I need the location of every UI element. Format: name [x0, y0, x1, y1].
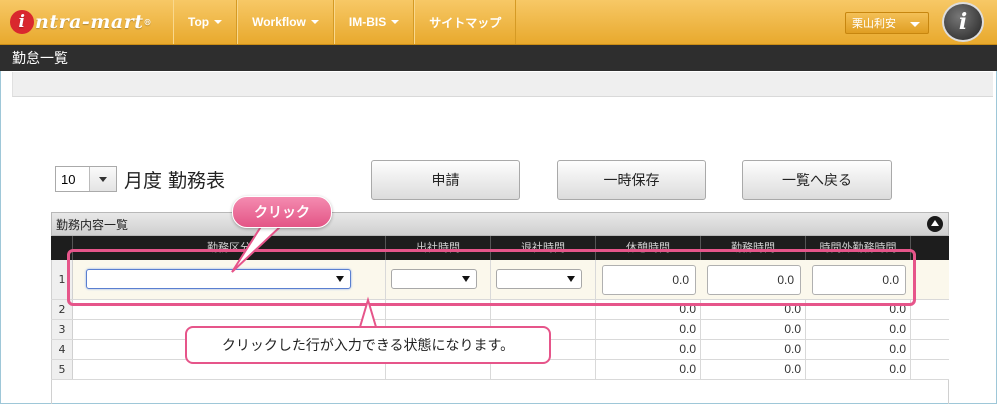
row-number: 4 [51, 340, 73, 359]
active-row-highlight [67, 249, 916, 306]
nav-im-bis-label: IM-BIS [348, 15, 387, 29]
info-icon[interactable]: i [942, 2, 984, 42]
info-symbol: i [958, 9, 968, 35]
month-select[interactable]: 10 [55, 166, 117, 192]
chevron-down-icon[interactable] [89, 167, 116, 191]
callout-text: クリックした行が入力できる状態になります。 [221, 338, 515, 354]
temp-save-button[interactable]: 一時保存 [557, 160, 706, 200]
overtime-cell[interactable]: 0.0 [806, 320, 911, 339]
click-annotation: クリック [232, 196, 332, 228]
month-label: 月度 勤務表 [124, 170, 226, 192]
work-list-panel-header: 勤務内容一覧 [51, 212, 949, 236]
main-nav: Top Workflow IM-BIS サイトマップ [173, 0, 517, 44]
apply-button[interactable]: 申請 [371, 160, 520, 200]
click-annotation-label: クリック [254, 205, 310, 221]
break-time-cell[interactable]: 0.0 [596, 320, 701, 339]
nav-top[interactable]: Top [173, 0, 238, 44]
nav-workflow-label: Workflow [252, 15, 306, 29]
back-to-list-button[interactable]: 一覧へ戻る [742, 160, 892, 200]
logo-registered-mark: ® [143, 17, 152, 27]
nav-top-label: Top [188, 15, 210, 29]
user-name: 栗山利安 [852, 18, 896, 30]
user-menu-select[interactable]: 栗山利安 [845, 12, 929, 34]
collapse-icon[interactable] [927, 216, 943, 232]
break-time-cell[interactable]: 0.0 [596, 340, 701, 359]
temp-save-button-label: 一時保存 [603, 173, 660, 189]
nav-sitemap-label: サイトマップ [429, 15, 502, 30]
logo-text: ntra-mart [35, 11, 144, 33]
work-time-cell[interactable]: 0.0 [701, 320, 806, 339]
toolbar-band [12, 72, 993, 97]
break-time-cell[interactable]: 0.0 [596, 360, 701, 379]
back-to-list-button-label: 一覧へ戻る [782, 173, 852, 189]
page-title: 勤怠一覧 [12, 51, 68, 67]
row-number: 3 [51, 320, 73, 339]
intra-mart-logo[interactable]: i ntra-mart ® [10, 6, 152, 38]
chevron-down-icon [910, 22, 920, 27]
chevron-down-icon [214, 20, 223, 24]
nav-workflow[interactable]: Workflow [237, 0, 334, 44]
apply-button-label: 申請 [431, 173, 460, 189]
nav-im-bis[interactable]: IM-BIS [333, 0, 415, 44]
panel-title: 勤務内容一覧 [56, 217, 129, 232]
top-nav-bar: i ntra-mart ® Top Workflow IM-BIS サイトマップ 栗… [0, 0, 997, 45]
chevron-down-icon [391, 20, 400, 24]
work-time-cell[interactable]: 0.0 [701, 340, 806, 359]
page-title-bar: 勤怠一覧 [0, 45, 997, 71]
chevron-down-icon [310, 20, 319, 24]
overtime-cell[interactable]: 0.0 [806, 360, 911, 379]
nav-sitemap[interactable]: サイトマップ [414, 0, 517, 44]
callout-balloon: クリックした行が入力できる状態になります。 [185, 326, 551, 364]
logo-i-badge: i [10, 10, 34, 34]
table-body-edge [51, 380, 949, 404]
overtime-cell[interactable]: 0.0 [806, 340, 911, 359]
work-time-cell[interactable]: 0.0 [701, 360, 806, 379]
month-value: 10 [61, 172, 76, 187]
row-number: 5 [51, 360, 73, 379]
